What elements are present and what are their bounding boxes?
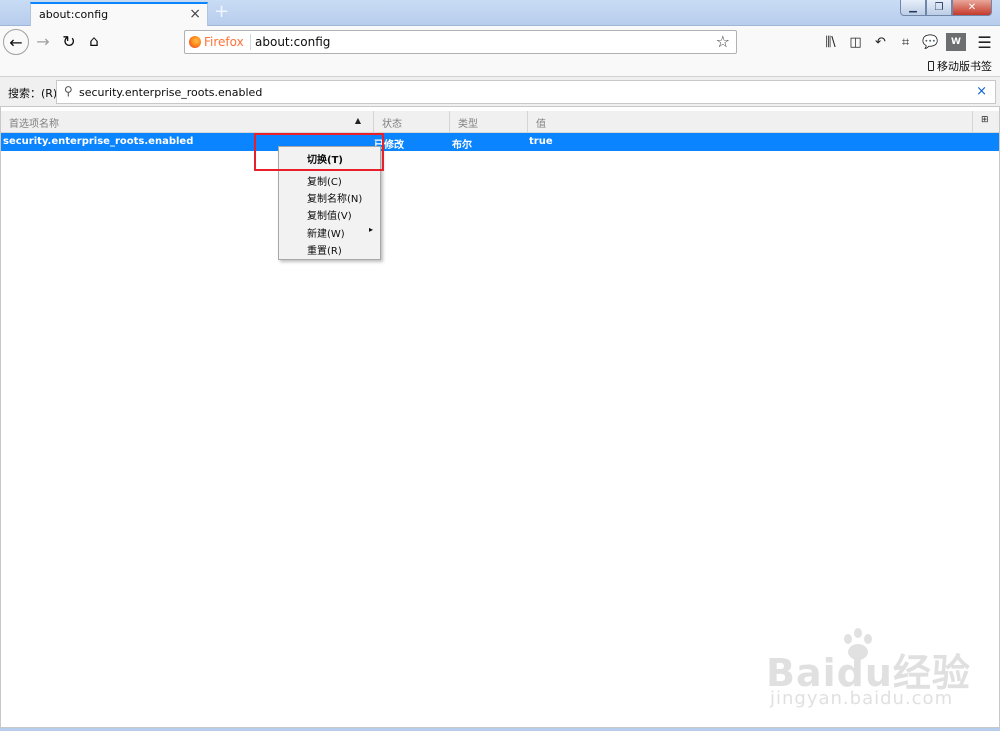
mobile-bookmarks-button[interactable]: 移动版书签 (928, 58, 992, 74)
navigation-toolbar: ← → ↻ ⌂ Firefox about:config ☆ ⫼\ ◫ ↶ ⌗ … (0, 26, 1000, 76)
table-header: 首选项名称 ▲ 状态 类型 值 ⊞ (1, 111, 999, 133)
menu-item-copy-name-label: 复制名称(N) (307, 194, 363, 205)
column-picker-icon[interactable]: ⊞ (981, 115, 993, 126)
search-value: security.enterprise_roots.enabled (79, 86, 263, 99)
close-window-button[interactable]: ✕ (952, 0, 992, 16)
column-header-status[interactable]: 状态 (374, 111, 450, 132)
pref-value-cell: true (529, 136, 553, 147)
hamburger-menu-icon[interactable]: ☰ (972, 31, 997, 53)
menu-item-toggle-label: 切换(T) (307, 155, 343, 166)
sort-ascending-icon: ▲ (354, 116, 361, 125)
bookmark-star-icon[interactable]: ☆ (716, 32, 730, 51)
search-input[interactable]: ⚲ security.enterprise_roots.enabled × (56, 80, 996, 104)
tab-close-icon[interactable]: × (189, 6, 201, 22)
chat-icon[interactable]: 💬 (918, 31, 943, 53)
submenu-arrow-icon: ▸ (368, 225, 373, 234)
identity-box[interactable]: Firefox (189, 34, 251, 50)
screenshot-icon[interactable]: ⌗ (893, 31, 918, 53)
pref-name-cell: security.enterprise_roots.enabled (3, 136, 194, 147)
menu-item-reset[interactable]: 重置(R) (280, 240, 380, 257)
restore-button[interactable]: ❐ (926, 0, 952, 16)
sidebar-icon[interactable]: ◫ (843, 31, 868, 53)
menu-item-toggle[interactable]: 切换(T) (280, 149, 380, 166)
menu-item-copy-value-label: 复制值(V) (307, 211, 352, 222)
undo-icon[interactable]: ↶ (868, 31, 893, 53)
watermark-url: jingyan.baidu.com (770, 688, 954, 709)
column-header-name[interactable]: 首选项名称 ▲ (1, 111, 374, 132)
column-header-name-label: 首选项名称 (9, 119, 59, 130)
context-menu: 切换(T) 复制(C) 复制名称(N) 复制值(V) 新建(W) ▸ 重置(R) (278, 146, 381, 260)
tab-title: about:config (39, 8, 109, 21)
new-tab-icon[interactable]: + (214, 1, 229, 22)
search-icon: ⚲ (64, 84, 73, 98)
url-bar[interactable]: Firefox about:config ☆ (184, 30, 737, 54)
menu-item-copy-label: 复制(C) (307, 177, 342, 188)
clear-search-icon[interactable]: × (976, 84, 987, 99)
menu-item-new-label: 新建(W) (307, 229, 345, 240)
back-button[interactable]: ← (3, 29, 29, 55)
identity-label: Firefox (204, 35, 244, 49)
forward-button[interactable]: → (32, 30, 54, 52)
menu-item-new[interactable]: 新建(W) ▸ (280, 223, 380, 240)
wordpress-extension-icon[interactable]: W (946, 33, 966, 51)
reload-button[interactable]: ↻ (58, 30, 80, 52)
menu-item-copy[interactable]: 复制(C) (280, 171, 380, 188)
pref-type-cell: 布尔 (452, 140, 472, 151)
column-header-value[interactable]: 值 (528, 111, 973, 132)
minimize-button[interactable]: ▁ (900, 0, 926, 16)
tab-strip: about:config × + ▁ ❐ ✕ (0, 0, 1000, 26)
baidu-watermark: Baidu经验 jingyan.baidu.com (766, 628, 996, 714)
firefox-logo-icon (189, 36, 201, 48)
menu-item-copy-name[interactable]: 复制名称(N) (280, 188, 380, 205)
menu-item-copy-value[interactable]: 复制值(V) (280, 205, 380, 222)
url-input[interactable]: about:config (255, 35, 330, 49)
menu-item-reset-label: 重置(R) (307, 246, 342, 257)
phone-icon (928, 61, 934, 71)
mobile-bookmarks-label: 移动版书签 (937, 60, 992, 73)
home-button[interactable]: ⌂ (83, 30, 105, 52)
column-header-type[interactable]: 类型 (450, 111, 528, 132)
tab-about-config[interactable]: about:config × (30, 2, 208, 26)
window-controls: ▁ ❐ ✕ (900, 0, 992, 16)
library-icon[interactable]: ⫼\ (818, 31, 843, 53)
search-row: 搜索：(R) ⚲ security.enterprise_roots.enabl… (0, 76, 1000, 106)
toolbar-icons: ⫼\ ◫ ↶ ⌗ 💬 W ☰ (818, 31, 997, 53)
table-row[interactable]: security.enterprise_roots.enabled 已修改 布尔… (1, 133, 999, 151)
search-label: 搜索：(R) (8, 87, 58, 100)
